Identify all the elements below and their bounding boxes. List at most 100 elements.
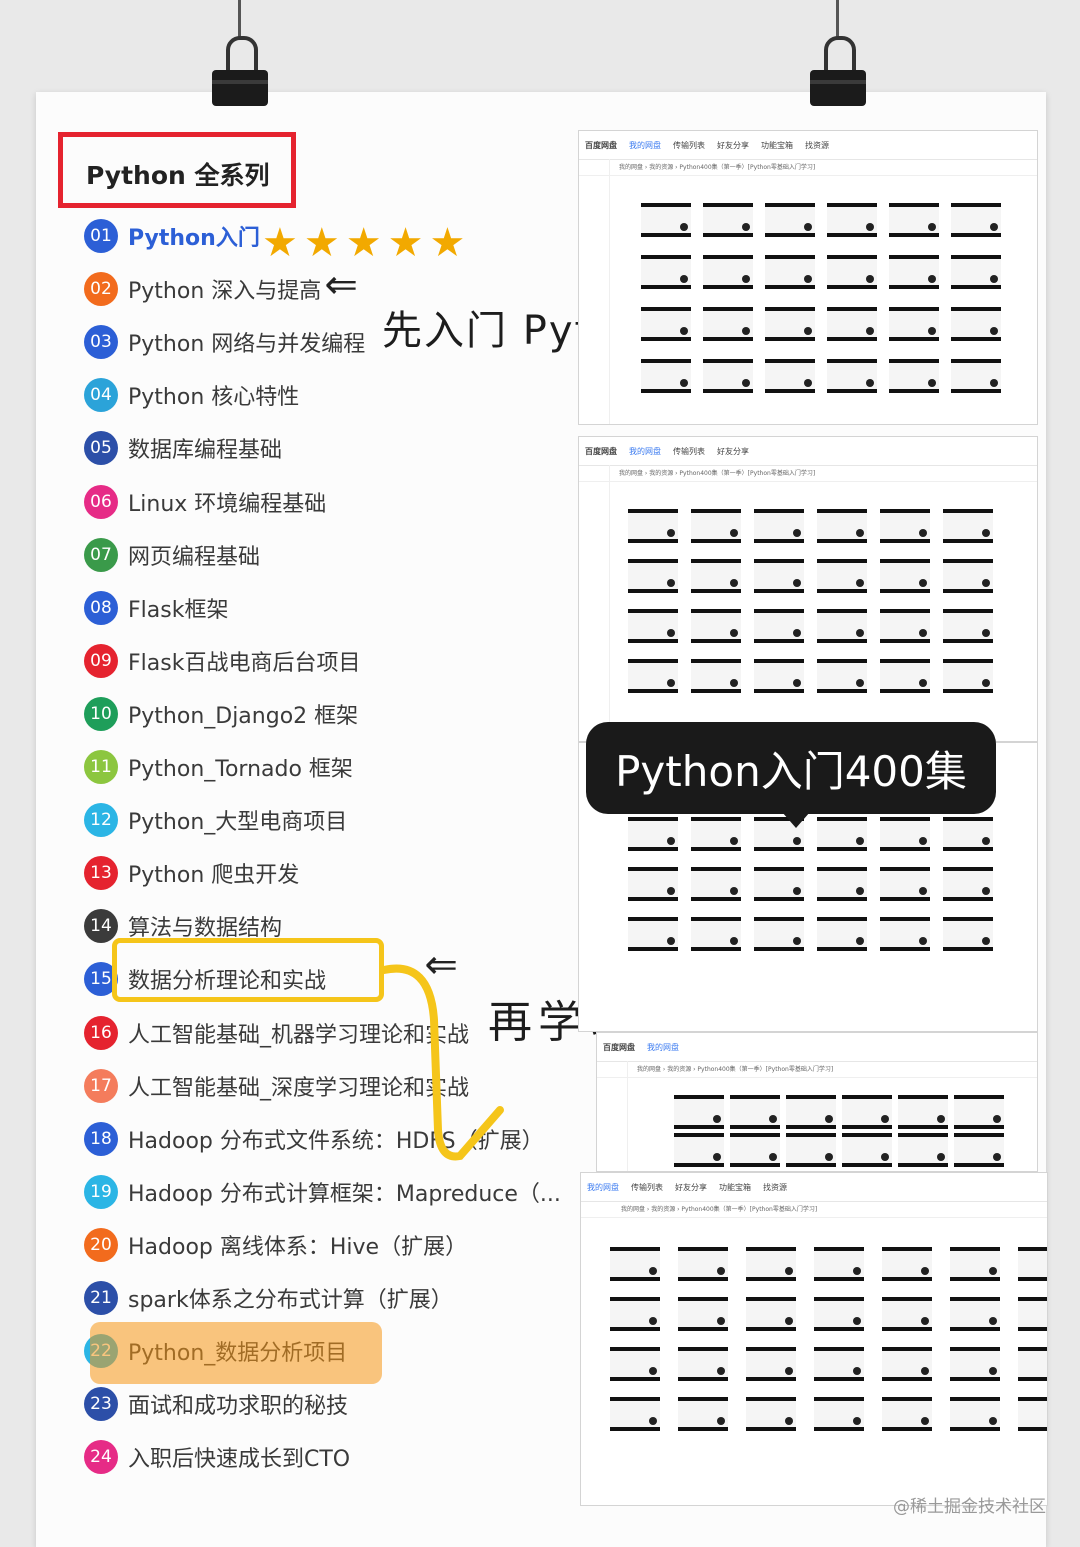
video-file-thumbnail[interactable] bbox=[805, 1347, 873, 1385]
video-file-thumbnail[interactable] bbox=[810, 609, 873, 647]
video-file-thumbnail[interactable] bbox=[601, 1247, 669, 1285]
video-file-thumbnail[interactable] bbox=[945, 359, 1007, 397]
video-file-thumbnail[interactable] bbox=[873, 867, 936, 905]
video-file-thumbnail[interactable] bbox=[737, 1397, 805, 1435]
video-file-thumbnail[interactable] bbox=[873, 609, 936, 647]
video-file-thumbnail[interactable] bbox=[821, 203, 883, 241]
tab-my-disk[interactable]: 我的网盘 bbox=[587, 1182, 619, 1193]
video-file-thumbnail[interactable] bbox=[737, 1247, 805, 1285]
tab-tools[interactable]: 功能宝箱 bbox=[761, 140, 793, 151]
video-file-thumbnail[interactable] bbox=[873, 917, 936, 955]
video-file-thumbnail[interactable] bbox=[941, 1397, 1009, 1435]
video-file-thumbnail[interactable] bbox=[951, 1133, 1007, 1171]
video-file-thumbnail[interactable] bbox=[945, 307, 1007, 345]
video-file-thumbnail[interactable] bbox=[759, 203, 821, 241]
video-file-thumbnail[interactable] bbox=[621, 609, 684, 647]
tab-share[interactable]: 好友分享 bbox=[675, 1182, 707, 1193]
video-file-thumbnail[interactable] bbox=[936, 659, 999, 697]
video-file-thumbnail[interactable] bbox=[684, 917, 747, 955]
video-file-thumbnail[interactable] bbox=[759, 255, 821, 293]
video-file-thumbnail[interactable] bbox=[1009, 1297, 1047, 1335]
video-file-thumbnail[interactable] bbox=[697, 255, 759, 293]
video-file-thumbnail[interactable] bbox=[669, 1397, 737, 1435]
video-file-thumbnail[interactable] bbox=[621, 817, 684, 855]
video-file-thumbnail[interactable] bbox=[621, 659, 684, 697]
video-file-thumbnail[interactable] bbox=[684, 559, 747, 597]
video-file-thumbnail[interactable] bbox=[1009, 1247, 1047, 1285]
video-file-thumbnail[interactable] bbox=[821, 255, 883, 293]
video-file-thumbnail[interactable] bbox=[895, 1095, 951, 1133]
video-file-thumbnail[interactable] bbox=[821, 307, 883, 345]
video-file-thumbnail[interactable] bbox=[810, 917, 873, 955]
video-file-thumbnail[interactable] bbox=[759, 359, 821, 397]
video-file-thumbnail[interactable] bbox=[697, 359, 759, 397]
video-file-thumbnail[interactable] bbox=[810, 867, 873, 905]
video-file-thumbnail[interactable] bbox=[810, 559, 873, 597]
video-file-thumbnail[interactable] bbox=[936, 609, 999, 647]
video-file-thumbnail[interactable] bbox=[621, 509, 684, 547]
video-file-thumbnail[interactable] bbox=[759, 307, 821, 345]
video-file-thumbnail[interactable] bbox=[727, 1095, 783, 1133]
video-file-thumbnail[interactable] bbox=[839, 1133, 895, 1171]
video-file-thumbnail[interactable] bbox=[936, 559, 999, 597]
tab-transfers[interactable]: 传输列表 bbox=[673, 140, 705, 151]
video-file-thumbnail[interactable] bbox=[601, 1397, 669, 1435]
tab-transfers[interactable]: 传输列表 bbox=[673, 446, 705, 457]
video-file-thumbnail[interactable] bbox=[873, 1347, 941, 1385]
video-file-thumbnail[interactable] bbox=[941, 1247, 1009, 1285]
video-file-thumbnail[interactable] bbox=[945, 255, 1007, 293]
video-file-thumbnail[interactable] bbox=[810, 659, 873, 697]
tab-find[interactable]: 找资源 bbox=[763, 1182, 787, 1193]
video-file-thumbnail[interactable] bbox=[936, 509, 999, 547]
video-file-thumbnail[interactable] bbox=[936, 867, 999, 905]
video-file-thumbnail[interactable] bbox=[873, 817, 936, 855]
video-file-thumbnail[interactable] bbox=[805, 1247, 873, 1285]
video-file-thumbnail[interactable] bbox=[945, 203, 1007, 241]
tab-my-disk[interactable]: 我的网盘 bbox=[629, 140, 661, 151]
tab-my-disk[interactable]: 我的网盘 bbox=[629, 446, 661, 457]
video-file-thumbnail[interactable] bbox=[684, 659, 747, 697]
video-file-thumbnail[interactable] bbox=[635, 307, 697, 345]
video-file-thumbnail[interactable] bbox=[883, 359, 945, 397]
video-file-thumbnail[interactable] bbox=[883, 307, 945, 345]
video-file-thumbnail[interactable] bbox=[621, 917, 684, 955]
video-file-thumbnail[interactable] bbox=[805, 1397, 873, 1435]
video-file-thumbnail[interactable] bbox=[873, 509, 936, 547]
video-file-thumbnail[interactable] bbox=[621, 867, 684, 905]
video-file-thumbnail[interactable] bbox=[951, 1095, 1007, 1133]
video-file-thumbnail[interactable] bbox=[671, 1133, 727, 1171]
video-file-thumbnail[interactable] bbox=[873, 1247, 941, 1285]
video-file-thumbnail[interactable] bbox=[805, 1297, 873, 1335]
video-file-thumbnail[interactable] bbox=[669, 1297, 737, 1335]
video-file-thumbnail[interactable] bbox=[671, 1095, 727, 1133]
video-file-thumbnail[interactable] bbox=[1009, 1397, 1047, 1435]
tab-transfers[interactable]: 传输列表 bbox=[631, 1182, 663, 1193]
video-file-thumbnail[interactable] bbox=[697, 307, 759, 345]
video-file-thumbnail[interactable] bbox=[635, 255, 697, 293]
video-file-thumbnail[interactable] bbox=[669, 1247, 737, 1285]
video-file-thumbnail[interactable] bbox=[727, 1133, 783, 1171]
video-file-thumbnail[interactable] bbox=[747, 509, 810, 547]
video-file-thumbnail[interactable] bbox=[669, 1347, 737, 1385]
video-file-thumbnail[interactable] bbox=[747, 659, 810, 697]
video-file-thumbnail[interactable] bbox=[873, 559, 936, 597]
video-file-thumbnail[interactable] bbox=[747, 609, 810, 647]
tab-find[interactable]: 找资源 bbox=[805, 140, 829, 151]
video-file-thumbnail[interactable] bbox=[810, 509, 873, 547]
video-file-thumbnail[interactable] bbox=[839, 1095, 895, 1133]
video-file-thumbnail[interactable] bbox=[783, 1095, 839, 1133]
tab-tools[interactable]: 功能宝箱 bbox=[719, 1182, 751, 1193]
video-file-thumbnail[interactable] bbox=[737, 1297, 805, 1335]
tab-share[interactable]: 好友分享 bbox=[717, 140, 749, 151]
video-file-thumbnail[interactable] bbox=[684, 817, 747, 855]
video-file-thumbnail[interactable] bbox=[635, 203, 697, 241]
video-file-thumbnail[interactable] bbox=[684, 509, 747, 547]
video-file-thumbnail[interactable] bbox=[621, 559, 684, 597]
video-file-thumbnail[interactable] bbox=[883, 255, 945, 293]
video-file-thumbnail[interactable] bbox=[747, 559, 810, 597]
video-file-thumbnail[interactable] bbox=[941, 1347, 1009, 1385]
video-file-thumbnail[interactable] bbox=[873, 1297, 941, 1335]
tab-my-disk[interactable]: 我的网盘 bbox=[647, 1042, 679, 1053]
video-file-thumbnail[interactable] bbox=[601, 1347, 669, 1385]
video-file-thumbnail[interactable] bbox=[873, 659, 936, 697]
